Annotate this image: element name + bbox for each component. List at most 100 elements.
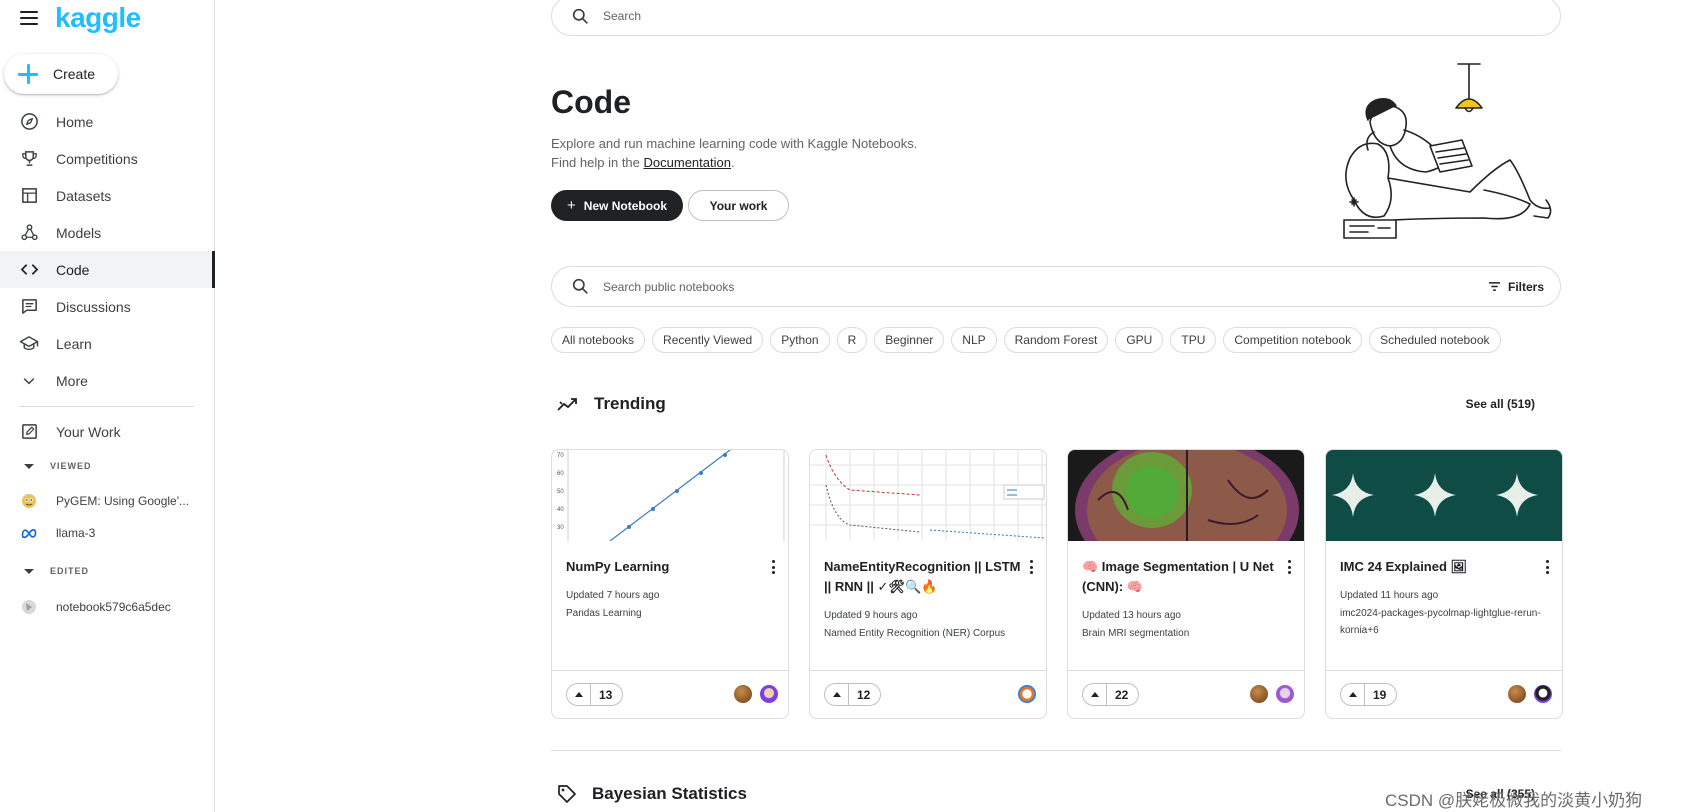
notebook-title[interactable]: NameEntityRecognition || LSTM || RNN || … [824,557,1024,597]
bayesian-title: Bayesian Statistics [592,784,747,803]
sidebar-item-discussions[interactable]: Discussions [0,288,214,325]
school-icon [19,334,39,354]
chip-scheduled-notebook[interactable]: Scheduled notebook [1369,327,1501,353]
dataset-avatar[interactable] [1508,685,1526,703]
sidebar-item-your-work[interactable]: Your Work [0,413,214,450]
pygem-avatar-icon [22,494,36,508]
filters-button[interactable]: Filters [1488,280,1544,294]
your-work-button[interactable]: Your work [688,190,789,221]
documentation-link[interactable]: Documentation [644,155,731,170]
dataset-avatar[interactable] [1250,685,1268,703]
sidebar-item-home[interactable]: Home [0,103,214,140]
trending-cards: 70 60 50 40 30 NumPy Learning Updated 7 hour… [551,449,1563,719]
notebook-title[interactable]: IMC 24 Explained 🖼 [1340,557,1540,577]
description-line: Find help in the Documentation. [551,153,917,172]
trending-header: Trending See all (519) [551,389,1561,419]
edit-note-icon [19,422,39,442]
viewed-header: VIEWED [50,461,92,471]
more-options-icon[interactable] [772,560,776,574]
author-avatar[interactable] [760,685,778,703]
caret-down-icon [24,568,34,574]
sidebar-topbar: kaggle [20,4,141,32]
recent-item-label: notebook579c6a5dec [56,600,171,614]
chip-nlp[interactable]: NLP [951,327,997,353]
sidebar-divider [19,406,194,407]
chip-gpu[interactable]: GPU [1115,327,1164,353]
comments-icon [19,297,39,317]
trending-icon [557,398,577,411]
chip-tpu[interactable]: TPU [1170,327,1217,353]
chip-beginner[interactable]: Beginner [874,327,945,353]
compass-icon [19,112,39,132]
notebook-updated: Updated 7 hours ago [566,590,660,601]
more-options-icon[interactable] [1030,560,1034,574]
page-title: Code [551,84,631,120]
notebook-card[interactable]: 70 60 50 40 30 NumPy Learning Updated 7 hour… [551,449,789,719]
notebook-thumbnail [810,450,1046,541]
trending-see-all-link[interactable]: See all (519) [1466,397,1535,411]
more-options-icon[interactable] [1288,560,1292,574]
description-line: Explore and run machine learning code wi… [551,136,918,151]
create-label: Create [53,66,96,82]
upvote-button[interactable]: 19 [1340,683,1398,706]
new-notebook-button[interactable]: + New Notebook [551,190,683,221]
sidebar-item-label: Datasets [56,187,112,204]
dataset-avatar[interactable] [734,685,752,703]
author-avatar[interactable] [1534,685,1552,703]
kaggle-logo[interactable]: kaggle [55,4,141,32]
upvote-arrow-icon [1341,684,1365,705]
notebook-dataset: imc2024-packages-pycolmap-lightglue-reru… [1340,608,1541,636]
svg-text:70: 70 [557,453,564,459]
recent-viewed-item[interactable]: llama-3 [0,517,214,549]
sidebar-item-more[interactable]: More [0,362,214,399]
notebook-updated: Updated 11 hours ago [1340,590,1439,601]
upvote-arrow-icon [1083,684,1107,705]
sidebar-item-label: Models [56,224,102,241]
upvote-arrow-icon [825,684,849,705]
create-button[interactable]: Create [4,54,118,94]
vote-count: 12 [857,687,871,702]
upvote-button[interactable]: 22 [1082,683,1140,706]
vote-count: 19 [1373,687,1387,702]
notebook-title[interactable]: 🧠 Image Segmentation | U Net (CNN): 🧠 [1082,557,1282,597]
sidebar-item-code[interactable]: Code [0,251,215,288]
menu-icon[interactable] [20,11,38,25]
chip-recently-viewed[interactable]: Recently Viewed [652,327,764,353]
more-options-icon[interactable] [1546,560,1550,574]
notebook-title[interactable]: NumPy Learning [566,557,766,577]
description-text: . [730,155,735,170]
svg-text:30: 30 [557,525,564,531]
recent-viewed-item[interactable]: PyGEM: Using Google'... [0,485,214,517]
viewed-section-toggle[interactable]: VIEWED [0,456,214,476]
notebook-card[interactable]: NameEntityRecognition || LSTM || RNN || … [809,449,1047,719]
sidebar-item-learn[interactable]: Learn [0,325,214,362]
notebook-card[interactable]: IMC 24 Explained 🖼 Updated 11 hours ago … [1325,449,1563,719]
notebook-thumbnail [1068,450,1304,541]
chip-r[interactable]: R [836,327,868,353]
chip-random-forest[interactable]: Random Forest [1003,327,1109,353]
sidebar-item-label: Learn [56,335,92,352]
upvote-button[interactable]: 12 [824,683,882,706]
upvote-button[interactable]: 13 [566,683,624,706]
chip-python[interactable]: Python [770,327,830,353]
chip-all-notebooks[interactable]: All notebooks [551,327,646,353]
meta-logo-icon [21,529,37,539]
sidebar-item-label: Your Work [56,423,121,440]
edited-section-toggle[interactable]: EDITED [0,561,214,581]
global-search-input[interactable]: Search [551,0,1561,36]
notebook-search-input[interactable]: Search public notebooks Filters [551,266,1561,307]
notebook-card[interactable]: 🧠 Image Segmentation | U Net (CNN): 🧠 Up… [1067,449,1305,719]
recent-item-label: llama-3 [56,526,96,540]
chip-competition-notebook[interactable]: Competition notebook [1223,327,1363,353]
sidebar-item-label: More [56,372,88,389]
notebook-avatar-icon [22,600,36,614]
sidebar-item-models[interactable]: Models [0,214,214,251]
your-work-label: Your work [709,198,768,213]
author-avatar[interactable] [1276,685,1294,703]
sidebar-item-datasets[interactable]: Datasets [0,177,214,214]
author-avatar[interactable] [1018,685,1036,703]
recent-item-label: PyGEM: Using Google'... [56,494,190,508]
code-icon [19,260,39,280]
sidebar-item-competitions[interactable]: Competitions [0,140,214,177]
recent-edited-item[interactable]: notebook579c6a5dec [0,591,214,623]
